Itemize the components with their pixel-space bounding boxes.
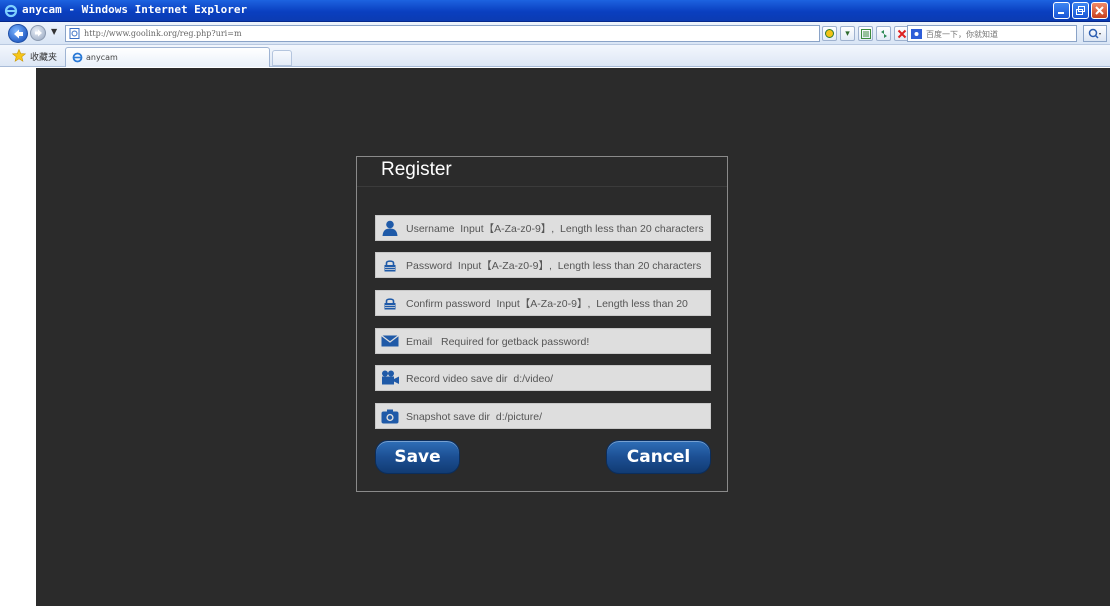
video-camera-icon xyxy=(380,369,400,387)
confirm-password-input[interactable] xyxy=(406,296,706,312)
history-dropdown-icon[interactable]: ▼ xyxy=(51,27,57,36)
confirm-password-field xyxy=(375,290,711,316)
user-icon xyxy=(380,219,400,237)
page-icon xyxy=(69,28,80,39)
minimize-button[interactable] xyxy=(1053,2,1070,19)
camera-icon xyxy=(380,407,400,425)
page-area: Register Username Input【A-Za-z0-9】, Leng… xyxy=(0,68,1110,606)
record-dir-field xyxy=(375,365,711,391)
snapshot-dir-field xyxy=(375,403,711,429)
close-icon xyxy=(1095,6,1104,15)
maximize-button[interactable] xyxy=(1072,2,1089,19)
rss-feed-icon[interactable] xyxy=(858,26,873,41)
compatibility-icon[interactable] xyxy=(822,26,837,41)
ie-page-icon xyxy=(72,52,83,63)
favorites-label[interactable]: 收藏夹 xyxy=(30,50,57,63)
url-box xyxy=(65,25,820,42)
snapshot-dir-input[interactable] xyxy=(406,409,706,425)
tab-label: anycam xyxy=(86,53,118,62)
new-tab-button[interactable] xyxy=(272,50,292,66)
dialog-title: Register xyxy=(381,159,452,180)
back-button[interactable] xyxy=(8,24,28,43)
lock-icon xyxy=(380,294,400,312)
search-box xyxy=(907,25,1077,42)
search-button[interactable] xyxy=(1083,25,1107,42)
restore-icon xyxy=(1076,6,1085,15)
address-toolbar: ▼ ▾ xyxy=(0,22,1110,45)
username-field xyxy=(375,215,711,241)
window-title: anycam - Windows Internet Explorer xyxy=(22,3,248,16)
save-button[interactable]: Save xyxy=(375,440,460,474)
window-titlebar: anycam - Windows Internet Explorer xyxy=(0,0,1110,22)
password-field xyxy=(375,252,711,278)
record-dir-input[interactable] xyxy=(406,371,706,387)
window-controls xyxy=(1053,2,1108,19)
envelope-icon xyxy=(380,332,400,350)
dropdown-icon[interactable]: ▾ xyxy=(840,26,855,41)
username-input[interactable] xyxy=(406,221,706,237)
lock-icon xyxy=(380,256,400,274)
address-tool-icons: ▾ xyxy=(822,26,909,41)
refresh-icon[interactable] xyxy=(876,26,891,41)
arrow-left-icon xyxy=(13,29,23,38)
forward-button[interactable] xyxy=(30,25,46,41)
ie-logo-icon xyxy=(4,4,18,18)
magnifier-icon xyxy=(1088,28,1101,39)
favorites-star-icon[interactable] xyxy=(12,49,26,62)
baidu-logo-icon xyxy=(911,29,922,39)
arrow-right-icon xyxy=(34,29,42,37)
tab-anycam[interactable]: anycam xyxy=(65,47,270,67)
search-input[interactable] xyxy=(926,28,1071,40)
register-dialog: Register Username Input【A-Za-z0-9】, Leng… xyxy=(356,156,728,492)
favorites-bar: 收藏夹 anycam xyxy=(0,45,1110,67)
email-field xyxy=(375,328,711,354)
email-input[interactable] xyxy=(406,334,706,350)
dialog-header: Register xyxy=(357,157,727,187)
url-input[interactable] xyxy=(84,27,804,40)
cancel-button[interactable]: Cancel xyxy=(606,440,711,474)
password-input[interactable] xyxy=(406,258,706,274)
close-window-button[interactable] xyxy=(1091,2,1108,19)
minimize-icon xyxy=(1058,12,1064,14)
